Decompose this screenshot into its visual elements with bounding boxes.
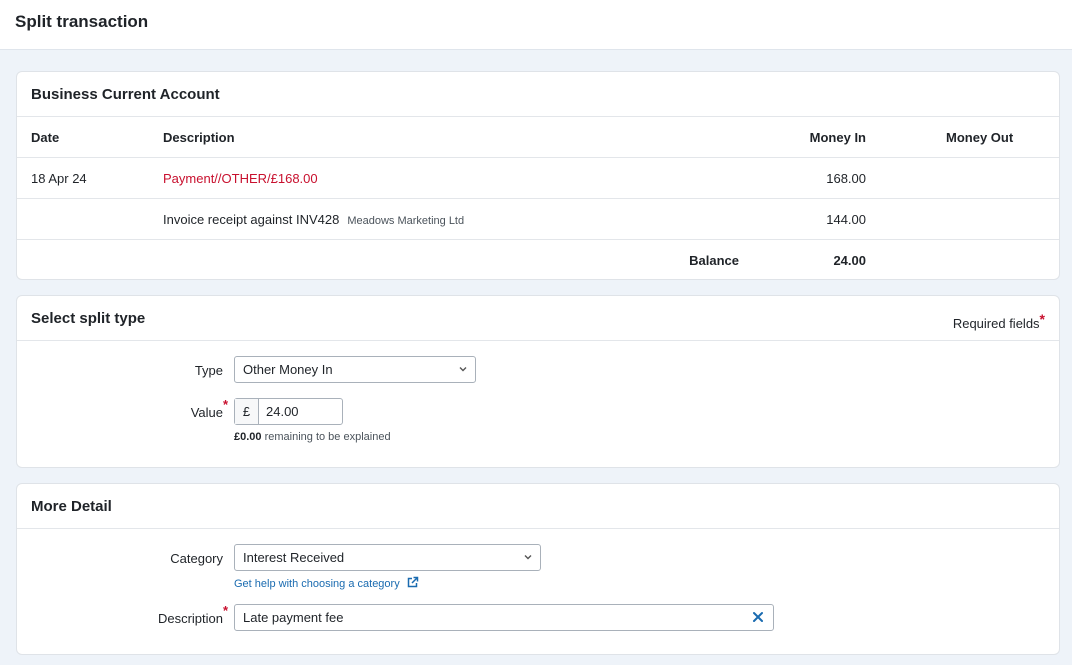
- type-select-value: Other Money In: [243, 362, 333, 377]
- account-card: Business Current Account Date Descriptio…: [16, 71, 1060, 280]
- detail-form: Category Interest Received Get help with…: [17, 529, 1059, 654]
- table-row: 18 Apr 24 Payment//OTHER/£168.00 168.00: [17, 158, 1059, 199]
- row-contact-meta: Meadows Marketing Ltd: [347, 215, 465, 227]
- remaining-amount: £0.00: [234, 431, 262, 443]
- split-type-card: Select split type Required fields* Type …: [16, 295, 1060, 468]
- split-form: Type Other Money In Value * £ 24.00 £0.0…: [17, 341, 1059, 467]
- account-card-header: Business Current Account: [17, 72, 1059, 117]
- required-star: *: [1039, 311, 1045, 327]
- value-input[interactable]: 24.00: [259, 399, 306, 424]
- column-header-money-out: Money Out: [946, 130, 1014, 145]
- more-detail-title: More Detail: [31, 498, 112, 515]
- remaining-hint: £0.00 remaining to be explained: [234, 431, 391, 443]
- transaction-description-link[interactable]: Payment//OTHER/£168.00: [163, 171, 318, 186]
- description-input-value: Late payment fee: [243, 610, 344, 625]
- description-label: Description: [157, 611, 223, 626]
- value-input-group[interactable]: £ 24.00: [234, 398, 343, 425]
- row-money-in: 168.00: [826, 171, 866, 186]
- row-money-in: 144.00: [826, 212, 866, 227]
- category-help-text: Get help with choosing a category: [234, 578, 400, 590]
- type-label: Type: [194, 363, 223, 378]
- description-required-star: *: [223, 603, 229, 618]
- split-type-title: Select split type: [31, 310, 146, 327]
- row-description: Invoice receipt against INV428 Meadows Ma…: [163, 212, 464, 227]
- chevron-down-icon: [459, 367, 467, 372]
- clear-icon[interactable]: [751, 610, 765, 624]
- column-header-description: Description: [163, 130, 235, 145]
- split-type-header: Select split type Required fields*: [17, 296, 1059, 341]
- table-row: Invoice receipt against INV428 Meadows Ma…: [17, 199, 1059, 240]
- external-link-icon: [407, 576, 419, 588]
- required-fields-text: Required fields: [952, 316, 1040, 331]
- column-header-money-in: Money In: [809, 130, 866, 145]
- description-input[interactable]: Late payment fee: [234, 604, 774, 631]
- currency-symbol: £: [235, 399, 259, 424]
- balance-row: Balance 24.00: [17, 240, 1059, 281]
- remaining-text: remaining to be explained: [264, 431, 391, 443]
- required-fields-note: Required fields*: [953, 311, 1045, 331]
- balance-label: Balance: [689, 253, 739, 268]
- main-content: Business Current Account Date Descriptio…: [0, 50, 1072, 655]
- category-label: Category: [170, 551, 223, 566]
- more-detail-card: More Detail Category Interest Received G…: [16, 483, 1060, 655]
- category-select[interactable]: Interest Received: [234, 544, 541, 571]
- page-header: Split transaction: [0, 0, 1072, 50]
- column-header-date: Date: [31, 130, 60, 145]
- page-title: Split transaction: [15, 12, 149, 31]
- value-label: Value: [190, 405, 223, 420]
- more-detail-header: More Detail: [17, 484, 1059, 529]
- chevron-down-icon: [524, 555, 532, 560]
- value-required-star: *: [223, 397, 229, 412]
- type-select[interactable]: Other Money In: [234, 356, 476, 383]
- row-description-text: Invoice receipt against INV428: [163, 212, 340, 227]
- row-date: 18 Apr 24: [31, 171, 87, 186]
- account-title: Business Current Account: [31, 86, 220, 103]
- balance-value: 24.00: [833, 253, 866, 268]
- category-select-value: Interest Received: [243, 550, 345, 565]
- table-header-row: Date Description Money In Money Out: [17, 117, 1059, 158]
- category-help-link[interactable]: Get help with choosing a category: [234, 576, 419, 590]
